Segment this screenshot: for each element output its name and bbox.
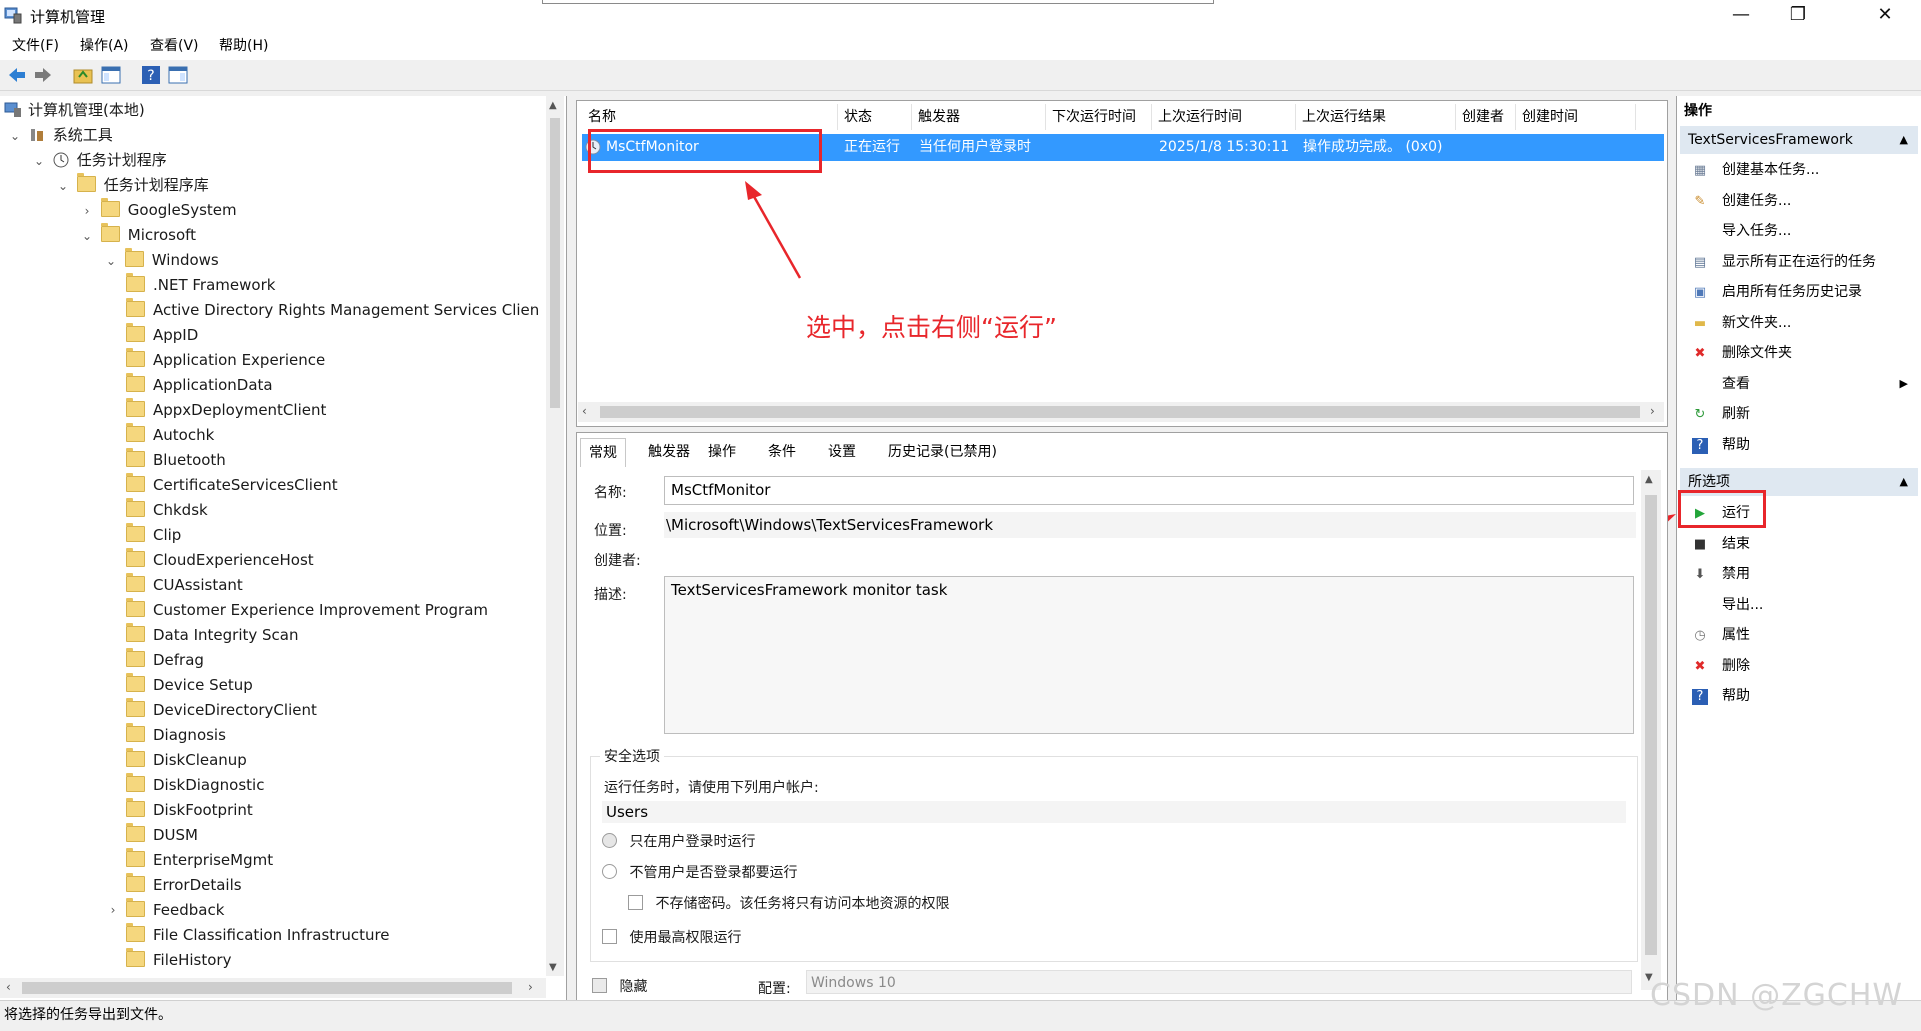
actions-section-folder[interactable]: TextServicesFramework ▲ [1680, 126, 1918, 154]
action-label: 帮助 [1722, 436, 1750, 453]
radio-logged-on[interactable] [602, 833, 617, 848]
action-item[interactable]: 导出... [1680, 590, 1918, 620]
description-label: 描述: [594, 587, 627, 603]
action-item[interactable]: ✖ 删除 [1680, 651, 1918, 681]
running-tasks-icon: ▤ [1693, 254, 1707, 270]
tab-history[interactable]: 历史记录(已禁用) [880, 438, 1005, 466]
tab-conditions[interactable]: 条件 [760, 438, 804, 466]
checkbox-no-password[interactable] [628, 895, 643, 910]
status-text: 将选择的任务导出到文件。 [4, 1007, 172, 1023]
action-label: 禁用 [1722, 566, 1750, 582]
status-bar: 将选择的任务导出到文件。 [0, 1000, 1921, 1031]
detail-scroll-thumb[interactable] [1645, 495, 1657, 955]
run-as-user: Users [602, 801, 1626, 823]
action-item[interactable]: ↻ 刷新 [1680, 399, 1918, 429]
run-as-text: 运行任务时，请使用下列用户帐户: [604, 780, 819, 796]
history-icon: ▣ [1693, 285, 1707, 300]
checkbox-hidden[interactable] [592, 978, 607, 993]
collapse-icon[interactable]: ▲ [1900, 468, 1908, 496]
option-no-password[interactable]: 不存储密码。该任务将只有访问本地资源的权限 [628, 893, 949, 913]
action-item[interactable]: ■ 结束 [1680, 529, 1918, 559]
action-item[interactable]: ▦ 创建基本任务... [1680, 155, 1918, 185]
action-label: 结束 [1722, 535, 1750, 552]
collapse-icon[interactable]: ▲ [1900, 126, 1908, 154]
checkbox-highest-privileges[interactable] [602, 929, 617, 944]
action-item[interactable]: ▬ 新文件夹... [1680, 308, 1918, 338]
help-icon: ? [1692, 689, 1708, 705]
tab-settings[interactable]: 设置 [820, 438, 864, 466]
action-item[interactable]: ◷ 属性 [1680, 620, 1918, 650]
create-task-icon: ✎ [1694, 193, 1706, 209]
name-label: 名称: [594, 485, 627, 501]
security-options-title: 安全选项 [600, 746, 664, 766]
help-icon: ? [1692, 437, 1708, 454]
action-label: 导入任务... [1722, 223, 1792, 239]
location-label: 位置: [594, 523, 627, 539]
delete-icon: ✖ [1694, 658, 1706, 674]
new-folder-icon: ▬ [1693, 315, 1707, 331]
action-item[interactable]: 查看 ▶ [1680, 369, 1918, 399]
name-field[interactable]: MsCtfMonitor [664, 476, 1634, 505]
properties-icon: ◷ [1694, 628, 1706, 643]
highlight-box-run [1678, 490, 1766, 528]
location-value: \Microsoft\Windows\TextServicesFramework [664, 512, 1636, 538]
action-item[interactable]: 导入任务... [1680, 216, 1918, 246]
disable-icon: ⬇ [1694, 567, 1706, 582]
option-highest-privileges[interactable]: 使用最高权限运行 [602, 927, 741, 947]
tab-general[interactable]: 常规 [580, 438, 626, 467]
tab-triggers[interactable]: 触发器 [640, 438, 698, 466]
action-item[interactable]: ? 帮助 [1680, 681, 1918, 711]
option-hidden[interactable]: 隐藏 [592, 976, 647, 996]
action-item[interactable]: ⬇ 禁用 [1680, 559, 1918, 589]
action-label: 帮助 [1722, 688, 1750, 704]
refresh-icon: ↻ [1694, 407, 1706, 422]
config-select[interactable]: Windows 10 [806, 970, 1632, 994]
action-label: 删除文件夹 [1722, 345, 1792, 361]
tab-actions[interactable]: 操作 [700, 438, 744, 466]
option-whether-logged[interactable]: 不管用户是否登录都要运行 [602, 862, 797, 882]
action-label: 显示所有正在运行的任务 [1722, 253, 1876, 270]
action-label: 创建任务... [1722, 192, 1792, 209]
config-label: 配置: [758, 981, 791, 997]
action-item[interactable]: ✎ 创建任务... [1680, 186, 1918, 216]
action-label: 导出... [1722, 596, 1764, 613]
action-item[interactable]: ? 帮助 [1680, 430, 1918, 460]
action-label: 新文件夹... [1722, 314, 1792, 331]
author-label: 创建者: [594, 553, 641, 569]
option-logged-on[interactable]: 只在用户登录时运行 [602, 831, 755, 851]
radio-whether-logged[interactable] [602, 864, 617, 879]
action-item[interactable]: ▤ 显示所有正在运行的任务 [1680, 247, 1918, 277]
actions-header: 操作 [1684, 103, 1712, 119]
action-label: 创建基本任务... [1722, 162, 1820, 178]
action-label: 刷新 [1722, 406, 1750, 422]
basic-task-icon: ▦ [1693, 163, 1707, 178]
action-label: 属性 [1722, 627, 1750, 643]
submenu-arrow-icon: ▶ [1899, 376, 1908, 390]
action-label: 查看 [1722, 375, 1750, 392]
action-label: 启用所有任务历史记录 [1722, 284, 1862, 300]
scroll-up-icon[interactable]: ▲ [1645, 474, 1653, 485]
watermark: CSDN @ZGCHW [1650, 978, 1904, 1013]
delete-icon: ✖ [1694, 346, 1706, 361]
action-item[interactable]: ▣ 启用所有任务历史记录 [1680, 277, 1918, 307]
stop-icon: ■ [1693, 536, 1707, 552]
description-field[interactable]: TextServicesFramework monitor task [664, 576, 1634, 734]
action-label: 删除 [1722, 657, 1750, 674]
action-item[interactable]: ✖ 删除文件夹 [1680, 338, 1918, 368]
